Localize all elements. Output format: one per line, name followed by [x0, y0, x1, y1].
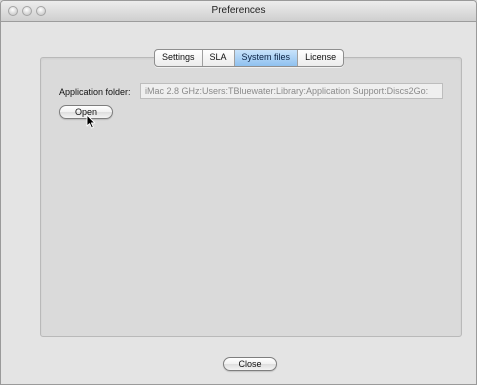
tab-bar: Settings SLA System files License [154, 49, 345, 67]
close-button[interactable]: Close [223, 357, 277, 371]
preferences-window: Preferences Settings SLA System files Li… [0, 0, 477, 385]
tab-panel [40, 57, 462, 337]
window-title: Preferences [211, 5, 266, 16]
arrow-cursor-icon [86, 114, 96, 129]
window-content: Settings SLA System files License Applic… [1, 22, 476, 384]
tab-settings[interactable]: Settings [155, 50, 203, 66]
application-folder-path-field: iMac 2.8 GHz:Users:TBluewater:Library:Ap… [140, 83, 443, 99]
tab-system-files[interactable]: System files [234, 50, 299, 66]
tab-license[interactable]: License [298, 50, 343, 66]
application-folder-label: Application folder: [59, 87, 131, 97]
title-bar[interactable]: Preferences [1, 1, 476, 22]
tab-sla[interactable]: SLA [203, 50, 235, 66]
